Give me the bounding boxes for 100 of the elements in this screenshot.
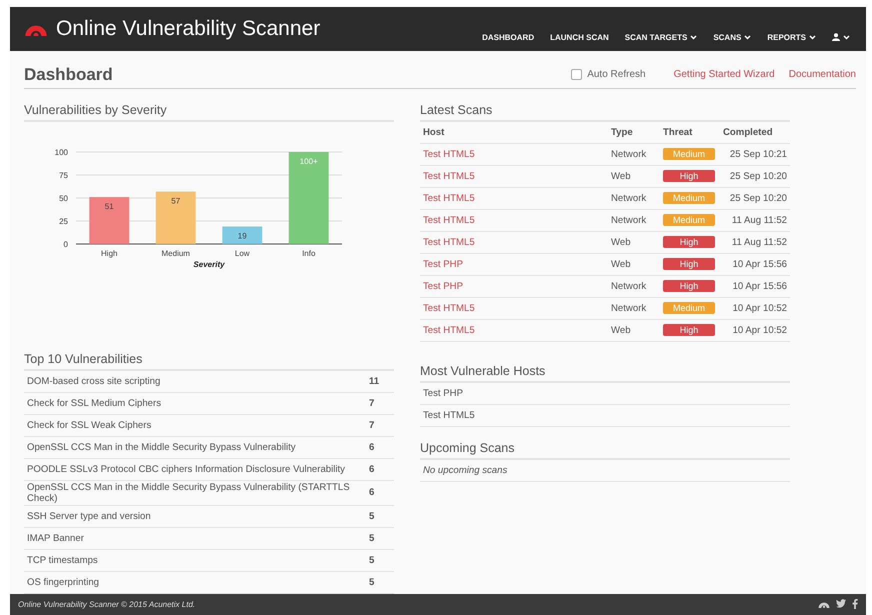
- checkbox-label: Auto Refresh: [587, 69, 646, 80]
- app-title: Online Vulnerability Scanner: [56, 16, 320, 41]
- threat-badge: Medium: [663, 148, 715, 160]
- table-cell-text: 10 Apr 10:52: [732, 324, 787, 336]
- category-label: Medium: [162, 248, 190, 258]
- column-header: Type: [611, 126, 634, 138]
- host-link[interactable]: Test HTML5: [423, 236, 475, 248]
- column-header: Completed: [723, 126, 774, 138]
- table-cell-text: 11 Aug 11:52: [730, 214, 787, 226]
- bird-icon[interactable]: [836, 599, 846, 608]
- table-cell-text: Test HTML5: [423, 410, 476, 421]
- panel-title: Latest Scans: [420, 102, 790, 122]
- table-cell-text: Network: [611, 280, 648, 292]
- bar-value-label: 19: [238, 231, 247, 240]
- vulnerability-name: POODLE SSLv3 Protocol CBC ciphers Information Disclosure Vulnerability: [27, 464, 346, 475]
- threat-badge: High: [663, 324, 715, 336]
- table-cell-text: 25 Sep 10:20: [728, 192, 787, 204]
- user-menu[interactable]: [832, 32, 850, 42]
- panel-title: Most Vulnerable Hosts: [420, 364, 790, 383]
- panel-title: Top 10 Vulnerabilities: [24, 352, 394, 371]
- f-icon[interactable]: [852, 599, 858, 610]
- axis-title: Severity: [193, 260, 225, 269]
- threat-badge: Medium: [663, 302, 715, 314]
- bar: [222, 226, 262, 244]
- category-label: Info: [302, 248, 316, 258]
- table-cell-text: 10 Apr 10:52: [732, 302, 787, 314]
- vulnerability-name: TCP timestamps: [27, 554, 99, 566]
- tick-label: 50: [59, 194, 68, 203]
- table-cell-text: Network: [611, 302, 648, 314]
- table-cell-text: Web: [611, 324, 632, 336]
- table-cell-text: Web: [611, 236, 632, 248]
- column-header: Threat: [663, 126, 694, 138]
- table-cell-text: 10 Apr 15:56: [732, 258, 787, 270]
- vulnerability-name: Check for SSL Weak Ciphers: [27, 420, 152, 431]
- host-link[interactable]: Test HTML5: [423, 324, 475, 336]
- empty-message: No upcoming scans: [423, 464, 508, 476]
- panel-title: Vulnerabilities by Severity: [24, 102, 394, 122]
- page-title: Dashboard: [24, 64, 114, 85]
- table-cell-text: Web: [611, 258, 632, 270]
- threat-badge: High: [663, 236, 715, 248]
- host-link[interactable]: Test HTML5: [423, 302, 475, 314]
- table-cell-text: Test PHP: [423, 388, 464, 399]
- bar: [89, 196, 130, 244]
- panel-title: Upcoming Scans: [420, 440, 790, 460]
- tick-label: 100: [54, 148, 68, 157]
- vulnerability-name: Check for SSL Medium Ciphers: [27, 398, 162, 409]
- nav-link[interactable]: REPORTS: [767, 32, 816, 42]
- category-label: Low: [234, 248, 250, 258]
- bar-value-label: 51: [104, 202, 114, 211]
- tick-label: 75: [59, 170, 68, 180]
- table-cell-text: Network: [611, 192, 648, 204]
- table-cell-text: Web: [611, 170, 632, 182]
- vulnerability-count: 7: [369, 398, 376, 409]
- vulnerability-count: 6: [369, 442, 376, 453]
- host-link[interactable]: Test PHP: [423, 258, 463, 270]
- bar-value-label: 100+: [300, 156, 318, 166]
- header-link[interactable]: Getting Started Wizard: [674, 69, 775, 80]
- nav-link[interactable]: LAUNCH SCAN: [550, 32, 609, 42]
- footer-text: Online Vulnerability Scanner © 2015 Acunetix Ltd.: [18, 600, 196, 609]
- host-link[interactable]: Test PHP: [423, 280, 463, 292]
- category-label: High: [101, 248, 118, 258]
- vulnerability-count: 7: [369, 420, 376, 431]
- threat-badge: High: [663, 280, 715, 292]
- table-cell-text: Network: [611, 148, 648, 160]
- host-link[interactable]: Test HTML5: [423, 214, 475, 226]
- checkbox[interactable]: [571, 69, 582, 80]
- threat-badge: High: [663, 258, 715, 270]
- tick-label: 25: [59, 216, 68, 226]
- vulnerability-name: DOM-based cross site scripting: [27, 376, 162, 387]
- threat-badge: High: [663, 170, 715, 182]
- nav-link[interactable]: DASHBOARD: [482, 32, 534, 42]
- bar-value-label: 57: [171, 196, 180, 206]
- column-header: Host: [423, 126, 446, 138]
- vulnerability-name: OpenSSL CCS Man in the Middle Security Bypass Vulnerability: [27, 442, 297, 453]
- vulnerability-count: 6: [369, 464, 376, 475]
- user-icon: [832, 33, 840, 42]
- table-cell-text: 10 Apr 15:56: [732, 280, 787, 292]
- table-cell-text: Network: [611, 214, 648, 226]
- host-link[interactable]: Test HTML5: [423, 192, 475, 204]
- table-cell-text: 11 Aug 11:52: [730, 236, 787, 248]
- threat-badge: Medium: [663, 214, 715, 226]
- vulnerability-name: OpenSSL CCS Man in the Middle Security Bypass Vulnerability (STARTTLS Check): [27, 482, 351, 504]
- table-cell-text: 25 Sep 10:20: [728, 170, 787, 182]
- threat-badge: Medium: [663, 192, 715, 204]
- vulnerability-name: IMAP Banner: [27, 532, 85, 544]
- vulnerability-count: 5: [369, 576, 376, 588]
- table-cell-text: 25 Sep 10:21: [728, 148, 787, 160]
- vulnerability-count: 5: [369, 554, 376, 566]
- vulnerability-count: 5: [369, 532, 376, 544]
- vulnerability-count: 11: [369, 376, 380, 387]
- nav-link[interactable]: SCANS: [713, 32, 752, 42]
- bar: [156, 191, 196, 244]
- vulnerability-count: 5: [369, 510, 376, 522]
- host-link[interactable]: Test HTML5: [423, 148, 475, 160]
- nav-link[interactable]: SCAN TARGETS: [624, 32, 698, 42]
- host-link[interactable]: Test HTML5: [423, 170, 475, 182]
- tick-label: 0: [64, 240, 68, 249]
- vulnerability-name: SSH Server type and version: [27, 510, 152, 522]
- header-link[interactable]: Documentation: [788, 69, 856, 80]
- vulnerability-name: OS fingerprinting: [27, 576, 100, 588]
